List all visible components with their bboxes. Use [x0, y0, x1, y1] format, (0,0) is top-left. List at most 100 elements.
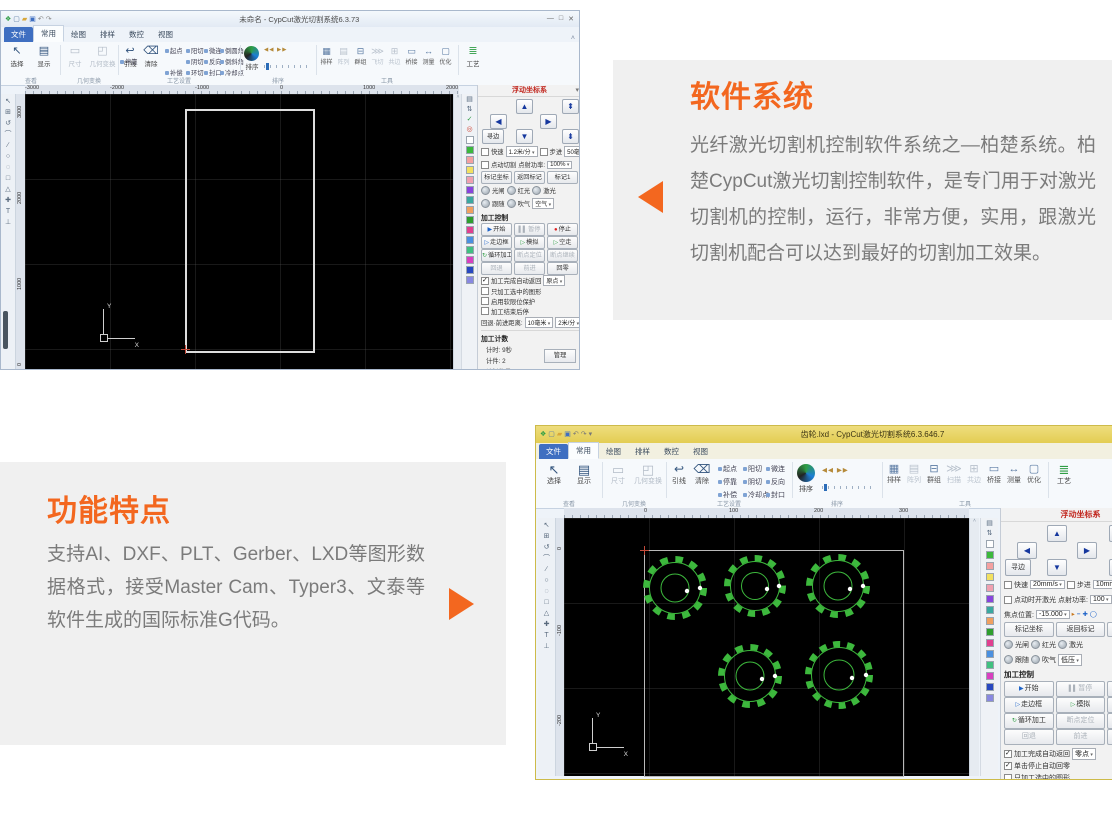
dry-run-button[interactable]: ▷空走 — [1107, 697, 1112, 713]
outer-cut-button[interactable]: 阳切 — [743, 464, 762, 474]
tab-view[interactable]: 视图 — [151, 27, 180, 42]
select-button[interactable]: ↖ 选择 — [4, 45, 30, 68]
jog-down-button[interactable]: ▼ — [1047, 559, 1067, 576]
redo-icon[interactable]: ↷ — [581, 431, 587, 438]
layer-color-chip[interactable] — [466, 256, 474, 264]
pause-button[interactable]: ▌▌暂停 — [1056, 681, 1106, 697]
tool-nest-button[interactable]: ▦ 排样 — [318, 46, 335, 66]
tool-scan-button[interactable]: ⋙ 扫描 — [944, 464, 964, 485]
geo-transform-button[interactable]: ◰ 几何变换 — [89, 45, 116, 68]
fast-checkbox[interactable] — [1004, 581, 1012, 589]
layer-color-chip[interactable] — [466, 226, 474, 234]
selected-only-checkbox[interactable] — [1004, 774, 1012, 780]
mark-select[interactable]: 标记1 — [1107, 622, 1112, 637]
forward-button[interactable]: 前进 — [514, 262, 545, 275]
geo-transform-button[interactable]: ◰ 几何变换 — [633, 463, 663, 486]
backward-button[interactable]: 回退 — [1004, 729, 1054, 745]
tool-optimize-button[interactable]: ▢ 优化 — [437, 46, 454, 66]
sort-button[interactable]: 排序 — [794, 484, 818, 494]
app-icon[interactable]: ❖ — [5, 16, 11, 23]
layer-color-chip[interactable] — [986, 672, 994, 680]
sort-mode-icons[interactable]: ◀◀ ▶▶ — [822, 466, 849, 474]
layer-color-chip[interactable] — [466, 176, 474, 184]
print-preview-icon[interactable]: ▤ — [466, 96, 473, 104]
tab-nest[interactable]: 排样 — [628, 444, 657, 459]
layer-color-chip[interactable] — [986, 639, 994, 647]
step-checkbox[interactable] — [1067, 581, 1075, 589]
focus-minus-button[interactable]: − — [1077, 611, 1081, 618]
return-mark-button[interactable]: 返回标记 — [1056, 622, 1106, 637]
lead-line-button[interactable]: ↩ 引线 — [668, 463, 690, 486]
stop-button[interactable]: ●停止 — [1107, 681, 1112, 697]
micro-joint-button[interactable]: 微连 — [204, 46, 222, 55]
jog-right-button[interactable]: ▶ — [1077, 542, 1097, 559]
draw-tool-icon[interactable]: ↖ — [544, 522, 550, 529]
tab-nest[interactable]: 排样 — [93, 27, 122, 42]
sort-slider[interactable] — [822, 486, 876, 489]
auto-return-checkbox[interactable] — [481, 277, 489, 285]
tool-optimize-button[interactable]: ▢ 优化 — [1024, 464, 1044, 485]
distance-select[interactable]: 10毫米 — [525, 317, 554, 328]
loop-button[interactable]: ↻循环加工 — [481, 249, 512, 262]
focus-zero-button[interactable]: ◯ — [1090, 611, 1097, 618]
layer-color-chip[interactable] — [986, 694, 994, 702]
return-point-select[interactable]: 零点 — [1072, 748, 1096, 760]
reverse-button[interactable]: 反向 — [204, 57, 222, 66]
layer-color-chip[interactable] — [466, 136, 474, 144]
select-button[interactable]: ↖ 选择 — [540, 463, 568, 486]
draw-tool-icon[interactable]: ✚ — [5, 197, 11, 204]
mark-select[interactable]: 标记1 — [547, 171, 578, 184]
tab-file[interactable]: 文件 — [4, 27, 33, 42]
drawing-canvas[interactable]: YX — [25, 94, 453, 370]
layer-color-chip[interactable] — [986, 595, 994, 603]
jog-right-button[interactable]: ▶ — [540, 114, 557, 129]
edge-find-button[interactable]: 寻边 — [1005, 559, 1031, 576]
layer-color-chip[interactable] — [986, 540, 994, 548]
manage-button[interactable]: 管理 — [544, 349, 576, 363]
edge-find-button[interactable]: 寻边 — [482, 129, 504, 144]
size-button[interactable]: ▭ 尺寸 — [62, 45, 88, 68]
undo-icon[interactable]: ↶ — [38, 16, 44, 23]
layer-color-chip[interactable] — [466, 166, 474, 174]
jog-cut-checkbox[interactable] — [481, 161, 489, 169]
tab-common[interactable]: 常用 — [568, 442, 599, 459]
draw-tool-icon[interactable]: ↺ — [5, 120, 11, 127]
tool-flycut-button[interactable]: ⋙ 飞切 — [369, 46, 386, 66]
layer-color-chip[interactable] — [466, 246, 474, 254]
clear-button[interactable]: ⌫ 清除 — [691, 463, 713, 486]
draw-tool-icon[interactable]: ⊞ — [544, 533, 550, 540]
simulate-button[interactable]: ▷模拟 — [514, 236, 545, 249]
draw-tool-icon[interactable]: ⊞ — [5, 109, 11, 116]
layer-color-chip[interactable] — [466, 196, 474, 204]
tool-measure-button[interactable]: ↔ 测量 — [1004, 464, 1024, 485]
layer-color-chip[interactable] — [986, 584, 994, 592]
display-button[interactable]: ▤ 显示 — [31, 45, 57, 68]
sheet-rectangle[interactable] — [185, 109, 315, 353]
auto-return-checkbox[interactable] — [1004, 750, 1012, 758]
clear-button[interactable]: ⌫ 清除 — [141, 45, 161, 68]
start-point-button[interactable]: 起点 — [718, 464, 737, 474]
panel-header[interactable]: 浮动坐标系▾ — [1001, 508, 1112, 522]
distance-speed-select[interactable]: 2米/分 — [555, 317, 580, 328]
collapse-ribbon-icon[interactable]: ˄ — [571, 35, 575, 42]
close-button[interactable]: ✕ — [568, 15, 574, 23]
draw-tool-icon[interactable]: ⌒ — [543, 555, 550, 562]
reverse-button[interactable]: 反向 — [766, 477, 785, 487]
gas-select[interactable]: 空气 — [532, 198, 554, 209]
draw-tool-icon[interactable]: ⊥ — [5, 219, 11, 226]
save-icon[interactable]: ▣ — [564, 431, 571, 438]
layer-color-chip[interactable] — [986, 661, 994, 669]
draw-tool-icon[interactable]: ○ — [6, 153, 10, 160]
tool-measure-button[interactable]: ↔ 测量 — [420, 46, 437, 66]
sort-button[interactable]: 排序 — [242, 61, 262, 71]
toolstrip-scroll-handle[interactable] — [3, 311, 8, 349]
selected-only-checkbox[interactable] — [481, 287, 489, 295]
layer-color-chip[interactable] — [466, 156, 474, 164]
sort-wheel-icon[interactable] — [797, 464, 815, 482]
mark-coord-button[interactable]: 标记坐标 — [481, 171, 512, 184]
sort-slider[interactable] — [264, 65, 310, 68]
start-button[interactable]: ▶开始 — [1004, 681, 1054, 697]
breakpoint-locate-button[interactable]: 断点定位 — [1056, 713, 1106, 729]
step-size-select[interactable]: 10mm — [1093, 580, 1112, 589]
jog-laser-checkbox[interactable] — [1004, 596, 1012, 604]
